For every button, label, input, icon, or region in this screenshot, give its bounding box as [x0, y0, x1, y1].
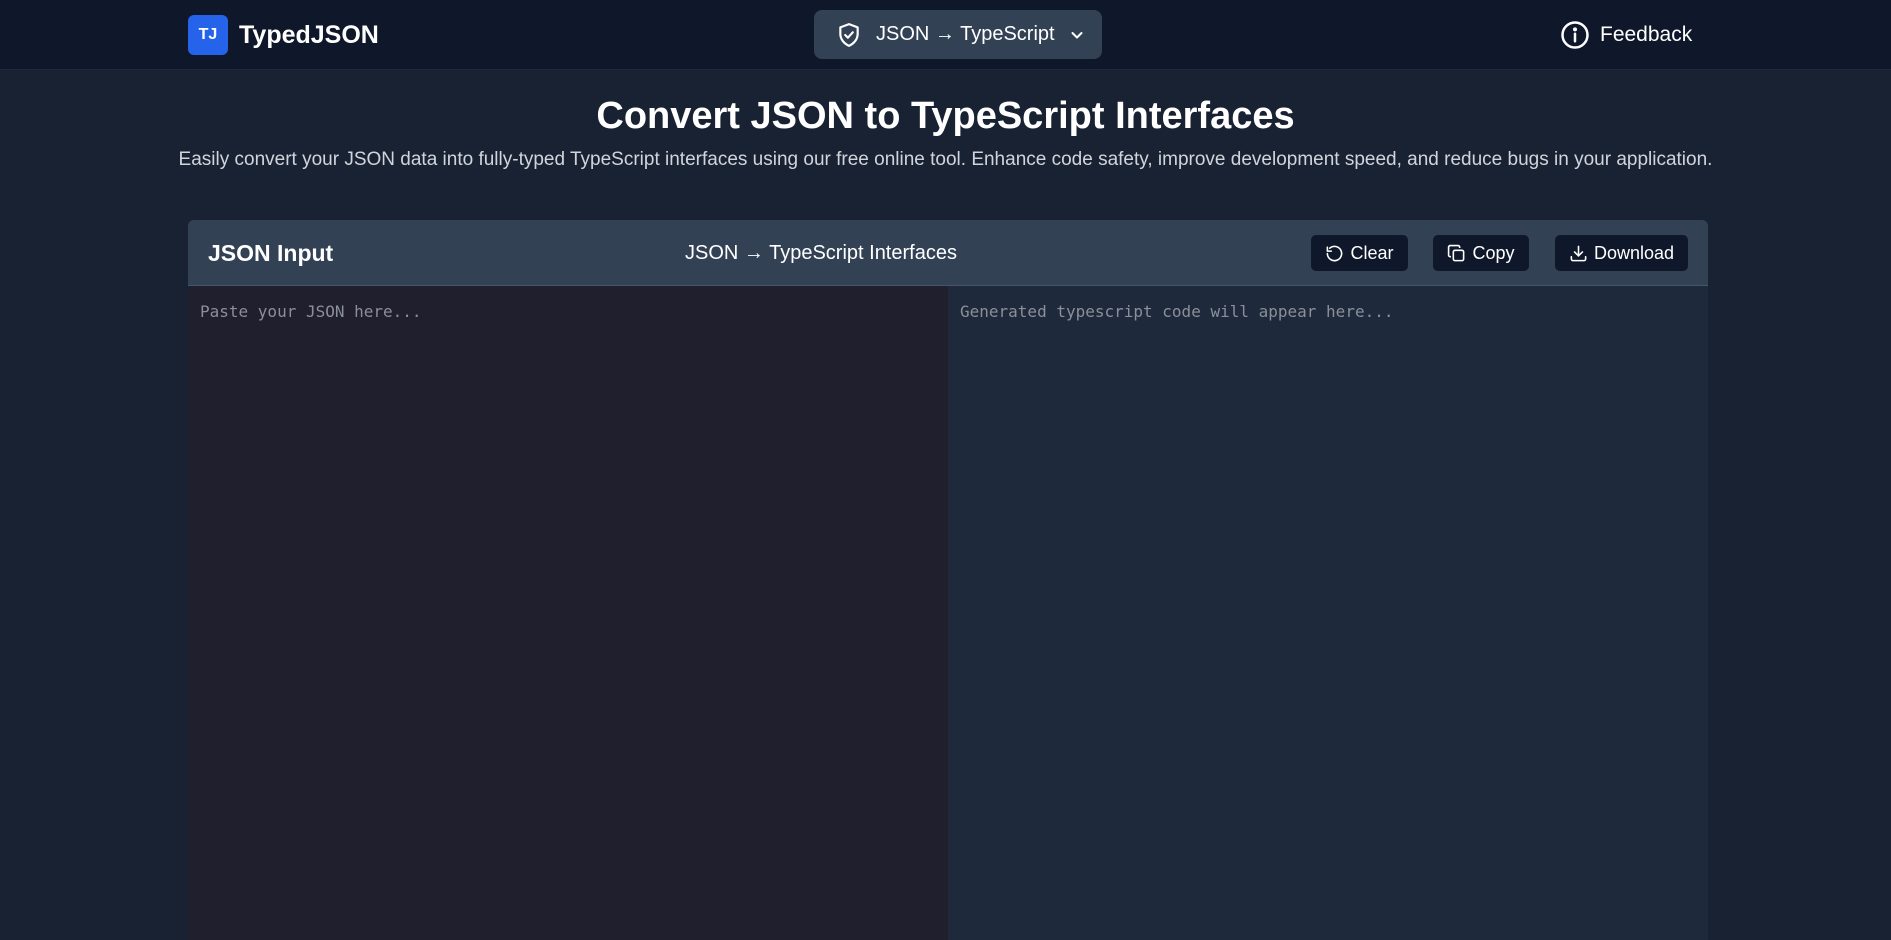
conversion-mode-label: JSON → TypeScript: [876, 23, 1055, 45]
copy-button[interactable]: Copy: [1433, 235, 1529, 271]
converter-panel: JSON Input JSON → TypeScript Interfaces …: [188, 220, 1708, 940]
brand-name: TypedJSON: [239, 20, 379, 49]
shield-check-icon: [839, 22, 859, 47]
brand-badge: TJ: [188, 15, 228, 55]
copy-button-label: Copy: [1472, 242, 1515, 263]
copy-icon: [1448, 244, 1465, 261]
chevron-down-icon: [1071, 31, 1083, 38]
output-panel-heading: JSON → TypeScript Interfaces: [685, 242, 957, 264]
conversion-mode-dropdown[interactable]: JSON → TypeScript: [814, 10, 1102, 59]
page-title: Convert JSON to TypeScript Interfaces: [596, 95, 1295, 137]
typescript-output-area[interactable]: Generated typescript code will appear he…: [948, 286, 1708, 940]
info-circle-icon: [1561, 21, 1589, 49]
feedback-link[interactable]: Feedback: [1560, 20, 1692, 50]
output-placeholder: Generated typescript code will appear he…: [960, 302, 1394, 321]
feedback-label: Feedback: [1600, 23, 1693, 46]
input-panel-heading: JSON Input: [208, 240, 334, 266]
converter-toolbar: JSON Input JSON → TypeScript Interfaces …: [188, 220, 1708, 286]
download-button[interactable]: Download: [1555, 235, 1688, 271]
reset-icon: [1327, 245, 1343, 261]
json-input-textarea[interactable]: [188, 286, 948, 940]
download-button-label: Download: [1593, 242, 1675, 263]
brand-logo[interactable]: TJ TypedJSON: [188, 15, 379, 55]
top-navbar: TJ TypedJSON JSON → TypeScript Feedback: [0, 0, 1891, 70]
download-icon: [1570, 245, 1587, 261]
page-subtitle: Easily convert your JSON data into fully…: [178, 149, 1713, 170]
clear-button[interactable]: Clear: [1311, 235, 1408, 271]
clear-button-label: Clear: [1350, 242, 1394, 263]
